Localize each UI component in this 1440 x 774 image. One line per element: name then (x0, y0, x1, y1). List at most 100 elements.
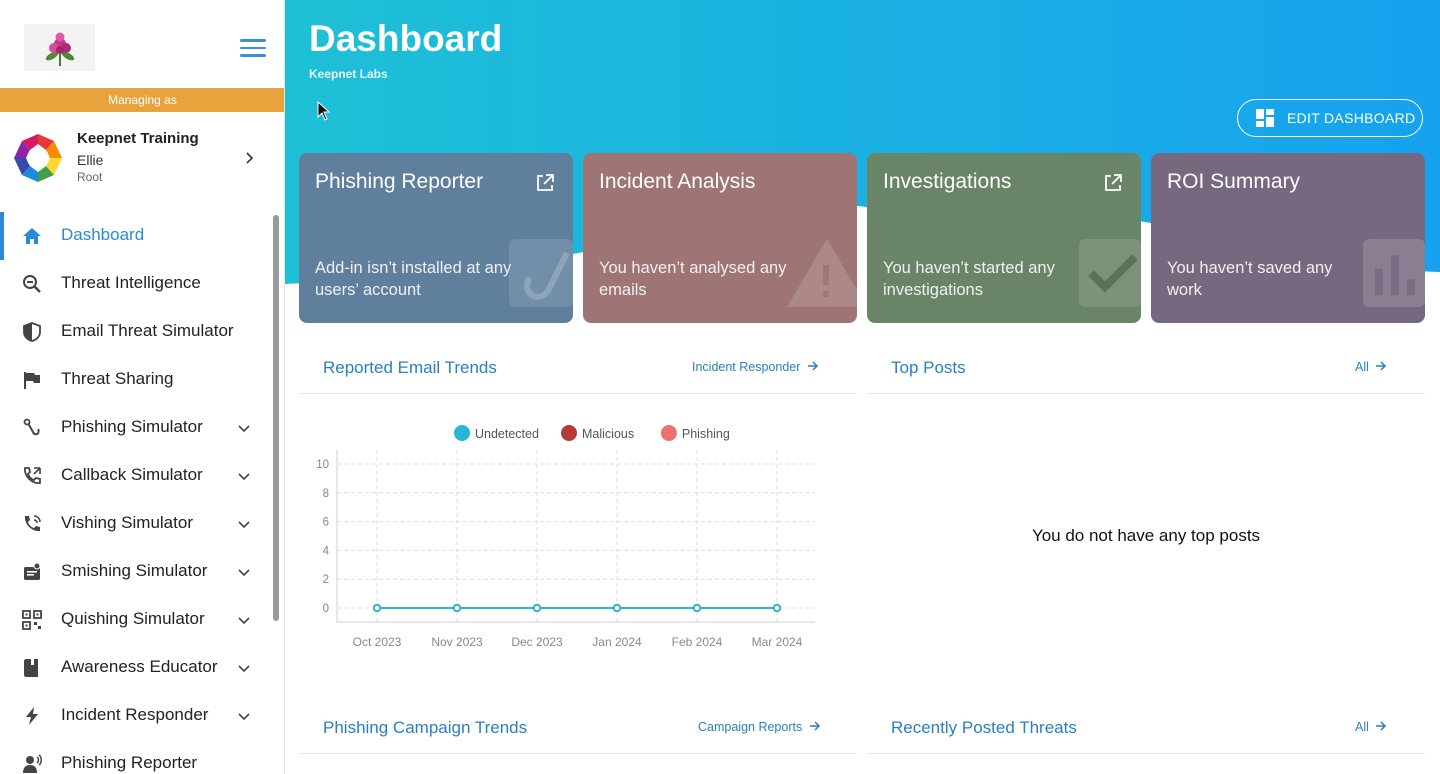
sidebar-item-label: Threat Intelligence (61, 273, 201, 292)
chevron-down-icon (238, 521, 250, 529)
qr-code-icon (22, 610, 42, 630)
data-point-undetected (372, 603, 382, 613)
lightning-icon (22, 706, 42, 726)
card-title: ROI Summary (1167, 170, 1301, 193)
sidebar-item-phishing-reporter[interactable]: Phishing Reporter (0, 740, 270, 774)
menu-toggle-button[interactable] (240, 39, 266, 59)
page-title: Dashboard (309, 18, 503, 59)
card-description: You haven’t analysed any emails (599, 259, 787, 299)
user-role: Root (77, 170, 103, 184)
sidebar-item-dashboard[interactable]: Dashboard (0, 212, 270, 260)
data-point-undetected (532, 603, 542, 613)
data-point-undetected (692, 603, 702, 613)
sidebar-item-label: Phishing Simulator (61, 417, 203, 436)
reported-email-trends-chart: Undetected Malicious Phishing 0 2 4 6 8 10 Oct 20… (316, 425, 815, 649)
link-label: All (1355, 360, 1369, 374)
data-point-undetected (612, 603, 622, 613)
x-tick-label: Jan 2024 (592, 635, 642, 649)
top-posts-empty-message: You do not have any top posts (1031, 526, 1261, 545)
sidebar-item-label: Callback Simulator (61, 465, 203, 484)
card-phishing-reporter[interactable]: Phishing Reporter Add-in isn’t installed… (299, 153, 573, 323)
panel-phishing-campaign-trends: Phishing Campaign Trends Campaign Report… (299, 704, 857, 754)
reporter-icon (22, 754, 42, 774)
sidebar-scrollbar[interactable] (273, 215, 279, 621)
external-link-icon[interactable] (1103, 173, 1123, 193)
sidebar-item-threat-sharing[interactable]: Threat Sharing (0, 356, 270, 404)
y-tick-label: 10 (316, 459, 329, 471)
dashboard-grid-icon (1256, 109, 1274, 127)
chevron-down-icon (238, 617, 250, 625)
y-tick-label: 0 (323, 603, 329, 615)
panel-title: Phishing Campaign Trends (323, 718, 528, 737)
app-logo[interactable] (24, 24, 95, 71)
search-threat-icon (22, 274, 42, 294)
x-tick-label: Mar 2024 (752, 635, 803, 649)
campaign-reports-link[interactable]: Campaign Reports (698, 720, 821, 734)
panel-title: Recently Posted Threats (891, 718, 1077, 737)
sidebar-item-label: Phishing Reporter (61, 753, 198, 772)
panel-title: Reported Email Trends (323, 358, 497, 377)
link-label: All (1355, 720, 1369, 734)
y-tick-label: 2 (323, 574, 329, 586)
arrow-right-icon (809, 721, 820, 731)
sidebar-item-phishing-simulator[interactable]: Phishing Simulator (0, 404, 270, 452)
organization-logo-icon (14, 134, 62, 182)
arrow-right-icon (1376, 361, 1387, 371)
sidebar-item-vishing-simulator[interactable]: Vishing Simulator (0, 500, 270, 548)
managing-as-banner: Managing as (0, 88, 284, 112)
sidebar-item-incident-responder[interactable]: Incident Responder (0, 692, 270, 740)
edit-dashboard-label: EDIT DASHBOARD (1287, 110, 1416, 126)
mouse-cursor-icon (317, 101, 331, 121)
phone-callback-icon (22, 466, 42, 486)
card-roi-summary[interactable]: ROI Summary You haven’t saved any work (1151, 153, 1425, 323)
y-tick-label: 8 (323, 488, 329, 500)
sidebar-item-awareness-educator[interactable]: Awareness Educator (0, 644, 270, 692)
account-switcher[interactable]: Keepnet Training Ellie Root (0, 112, 284, 206)
warning-icon (787, 239, 857, 307)
panel-reported-email-trends: Reported Email Trends Incident Responder (299, 344, 857, 394)
sidebar-item-label: Quishing Simulator (61, 609, 205, 628)
sidebar-item-label: Smishing Simulator (61, 561, 208, 580)
sidebar-item-label: Vishing Simulator (61, 513, 193, 532)
chevron-right-icon (246, 152, 254, 164)
panel-top-posts: Top Posts All (867, 344, 1425, 394)
card-description: You haven’t saved any work (1167, 259, 1333, 299)
sidebar-item-label: Threat Sharing (61, 369, 174, 388)
card-investigations[interactable]: Investigations You haven’t started any i… (867, 153, 1141, 323)
sidebar-item-threat-intelligence[interactable]: Threat Intelligence (0, 260, 270, 308)
x-tick-label: Nov 2023 (431, 635, 483, 649)
sidebar-item-smishing-simulator[interactable]: Smishing Simulator (0, 548, 270, 596)
main-content: Dashboard Keepnet Labs EDIT DASHBOARD Ph… (285, 0, 1440, 774)
recent-threats-all-link[interactable]: All (1355, 720, 1387, 734)
x-tick-label: Dec 2023 (511, 635, 563, 649)
legend-label: Undetected (475, 427, 539, 441)
sidebar-item-label: Incident Responder (61, 705, 209, 724)
incident-responder-link[interactable]: Incident Responder (692, 360, 819, 374)
phone-icon (22, 514, 42, 534)
legend-marker (561, 425, 577, 441)
external-link-icon[interactable] (535, 173, 555, 193)
top-posts-all-link[interactable]: All (1355, 360, 1387, 374)
home-icon (22, 226, 42, 246)
shield-icon (22, 322, 42, 342)
x-tick-label: Oct 2023 (353, 635, 402, 649)
chevron-down-icon (238, 425, 250, 433)
sidebar-item-quishing-simulator[interactable]: Quishing Simulator (0, 596, 270, 644)
panel-recently-posted-threats: Recently Posted Threats All (867, 704, 1425, 754)
link-label: Incident Responder (692, 360, 801, 374)
arrow-right-icon (807, 361, 818, 371)
flower-logo-icon (45, 32, 74, 66)
panel-title: Top Posts (891, 358, 966, 377)
data-point-undetected (452, 603, 462, 613)
y-tick-label: 6 (323, 517, 329, 529)
card-title: Phishing Reporter (315, 170, 484, 193)
sidebar-item-email-threat-simulator[interactable]: Email Threat Simulator (0, 308, 270, 356)
y-tick-label: 4 (323, 545, 330, 557)
sidebar-item-callback-simulator[interactable]: Callback Simulator (0, 452, 270, 500)
card-incident-analysis[interactable]: Incident Analysis You haven’t analysed a… (583, 153, 857, 323)
card-title: Incident Analysis (599, 170, 756, 193)
flag-icon (22, 370, 42, 390)
chevron-down-icon (238, 473, 250, 481)
edit-dashboard-button[interactable]: EDIT DASHBOARD (1237, 99, 1423, 137)
chevron-down-icon (238, 569, 250, 577)
